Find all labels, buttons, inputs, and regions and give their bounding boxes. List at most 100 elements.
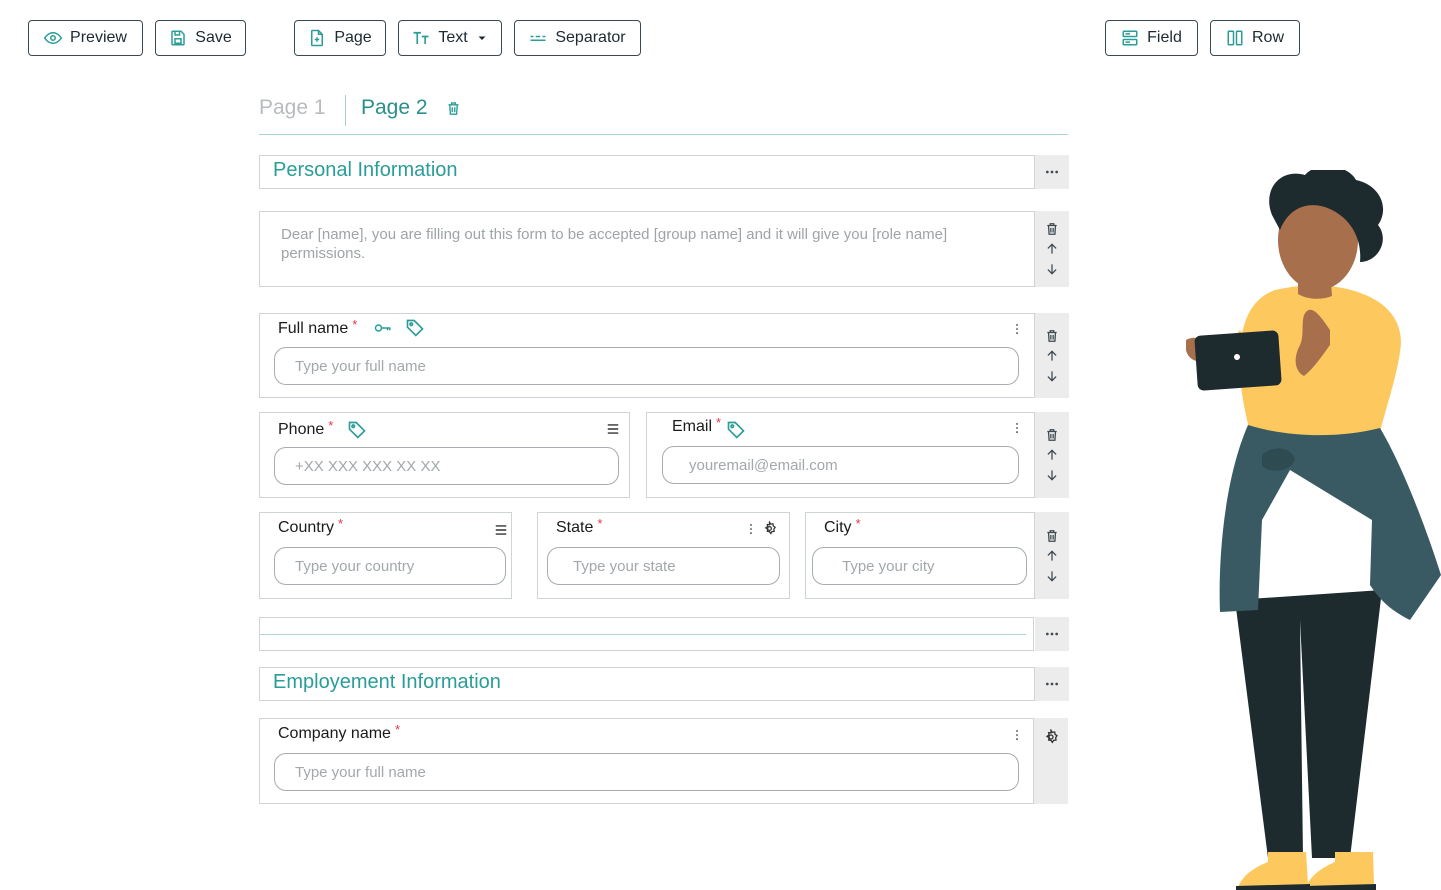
state-label: State (556, 519, 594, 536)
section-title-personal: Personal Information (273, 159, 458, 181)
preview-label: Preview (70, 29, 127, 46)
save-label: Save (195, 29, 232, 46)
arrow-down-icon[interactable] (1045, 569, 1059, 583)
tab-page-2[interactable]: Page 2 (361, 96, 428, 120)
caret-down-icon (478, 36, 486, 40)
tag-icon[interactable] (726, 420, 746, 440)
text-icon (413, 31, 429, 44)
separator-icon (530, 35, 546, 41)
company-label-group: Company name * (278, 721, 401, 743)
company-name-field: Company name * Type your full name (259, 718, 1034, 804)
full-name-input[interactable]: Type your full name (274, 347, 1019, 385)
section-header-employment: Employement Information (259, 667, 1035, 701)
trash-icon[interactable] (1045, 428, 1059, 442)
phone-input[interactable]: +XX XXX XXX XX XX (274, 447, 619, 485)
kebab-menu-icon[interactable] (1010, 728, 1024, 742)
city-input[interactable]: Type your city (812, 547, 1027, 585)
gear-icon[interactable] (1043, 729, 1059, 745)
add-text-button[interactable]: Text (398, 20, 502, 56)
tabs-underline (259, 134, 1068, 135)
more-icon (1046, 682, 1058, 686)
add-field-button[interactable]: Field (1105, 20, 1198, 56)
tag-icon[interactable] (405, 318, 425, 338)
email-label: Email (672, 418, 713, 435)
section-header-personal: Personal Information (259, 155, 1035, 189)
arrow-up-icon[interactable] (1045, 549, 1059, 563)
arrow-down-icon[interactable] (1045, 468, 1059, 482)
delete-page-trash-icon[interactable] (446, 101, 461, 116)
required-marker: * (597, 515, 603, 531)
separator-label: Separator (555, 29, 626, 46)
email-label-group: Email * (672, 414, 722, 436)
preview-button[interactable]: Preview (28, 20, 143, 56)
text-label: Text (438, 29, 468, 46)
trash-icon[interactable] (1045, 222, 1059, 236)
section-employment-more-button[interactable] (1035, 667, 1069, 701)
trash-icon[interactable] (1045, 529, 1059, 543)
company-input[interactable]: Type your full name (274, 753, 1019, 791)
intro-block-controls (1035, 211, 1069, 287)
address-row-controls (1035, 512, 1069, 599)
full-name-label-group: Full name * (278, 317, 357, 338)
phone-email-row-controls (1035, 412, 1069, 498)
separator-block[interactable] (259, 617, 1034, 651)
phone-label-group: Phone * (278, 417, 334, 439)
company-row-controls (1034, 718, 1068, 804)
section-personal-more-button[interactable] (1035, 155, 1069, 189)
arrow-down-icon[interactable] (1045, 262, 1059, 276)
field-icon (1122, 30, 1138, 46)
add-page-button[interactable]: Page (294, 20, 386, 56)
intro-text: Dear [name], you are filling out this fo… (281, 226, 948, 262)
arrow-down-icon[interactable] (1045, 369, 1059, 383)
email-field: Email * youremail@email.com (646, 412, 1035, 498)
full-name-row-controls (1035, 313, 1069, 398)
kebab-menu-icon[interactable] (1010, 322, 1024, 336)
tab-divider (345, 95, 346, 126)
city-label-group: City * (824, 516, 861, 537)
required-marker: * (328, 417, 334, 433)
menu-icon[interactable] (606, 422, 620, 436)
menu-icon[interactable] (494, 523, 508, 537)
country-label-group: Country * (278, 515, 344, 537)
separator-more-button[interactable] (1035, 617, 1069, 651)
arrow-up-icon[interactable] (1045, 448, 1059, 462)
separator-line (260, 634, 1026, 635)
eye-icon (44, 31, 63, 45)
kebab-menu-icon[interactable] (1010, 421, 1024, 435)
add-separator-button[interactable]: Separator (514, 20, 641, 56)
state-field: State * Type your state (537, 512, 790, 599)
full-name-field: Full name * Type your full name (259, 313, 1035, 398)
save-button[interactable]: Save (155, 20, 246, 56)
required-marker: * (394, 721, 401, 737)
phone-label: Phone (278, 421, 325, 438)
person-with-tablet-illustration (1186, 170, 1441, 890)
arrow-up-icon[interactable] (1045, 242, 1059, 256)
section-title-employment: Employement Information (273, 671, 501, 693)
gear-icon[interactable] (762, 521, 777, 536)
more-icon (1046, 170, 1058, 174)
row-icon (1227, 30, 1243, 46)
trash-icon[interactable] (1045, 329, 1059, 343)
row-label: Row (1251, 29, 1284, 46)
city-field: City * Type your city (805, 512, 1035, 599)
state-input[interactable]: Type your state (547, 547, 780, 585)
country-field: Country * Type your country (259, 512, 512, 599)
page-label: Page (334, 29, 372, 46)
kebab-menu-icon[interactable] (744, 522, 758, 536)
page-add-icon (311, 29, 324, 47)
state-label-group: State * (556, 515, 603, 537)
company-label: Company name (278, 725, 391, 742)
country-input[interactable]: Type your country (274, 547, 506, 585)
add-row-button[interactable]: Row (1210, 20, 1300, 56)
tab-page-1[interactable]: Page 1 (259, 96, 326, 120)
arrow-up-icon[interactable] (1045, 349, 1059, 363)
tag-icon[interactable] (347, 420, 367, 440)
field-label: Field (1147, 29, 1182, 46)
phone-field: Phone * +XX XXX XXX XX XX (259, 412, 630, 498)
email-input[interactable]: youremail@email.com (662, 446, 1019, 484)
key-icon[interactable] (372, 319, 394, 337)
required-marker: * (338, 515, 344, 531)
city-label: City (824, 519, 852, 536)
required-marker: * (716, 414, 722, 430)
intro-text-block[interactable]: Dear [name], you are filling out this fo… (259, 211, 1035, 287)
